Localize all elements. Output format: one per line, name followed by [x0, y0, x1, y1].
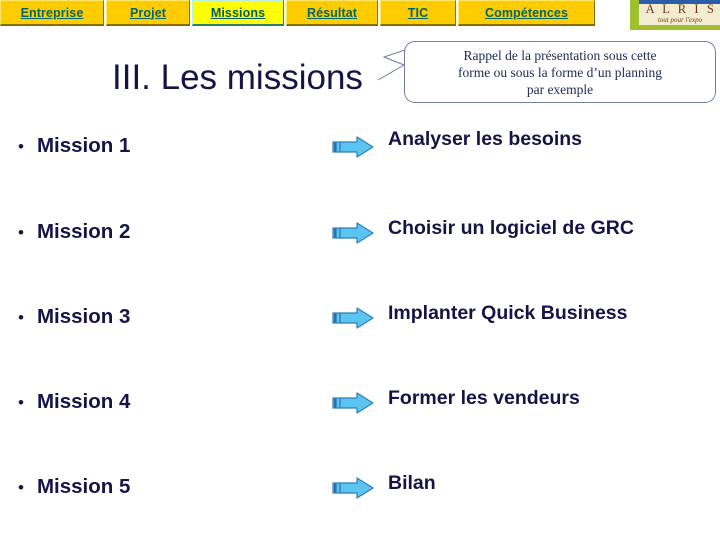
nav-tab-label: TIC: [407, 5, 429, 20]
mission-label: Mission 5: [36, 475, 131, 498]
nav-tab-label: Projet: [129, 5, 167, 20]
mission-action-label: Former les vendeurs: [388, 387, 580, 409]
mission-label: Mission 2: [36, 220, 131, 243]
mission-label: Mission 4: [36, 390, 131, 413]
mission-row: • Mission 4 Former les vendeurs: [0, 379, 720, 464]
logo-green-bottom-bar: [630, 25, 720, 30]
page-title: III. Les missions: [112, 58, 363, 97]
right-arrow-icon: [332, 136, 374, 158]
nav-tab-label: Missions: [210, 5, 266, 20]
callout-tail-icon: [377, 48, 409, 81]
callout-text: Rappel de la présentation sous cette for…: [404, 41, 716, 103]
nav-tab-projet[interactable]: Projet: [106, 0, 190, 26]
mission-label: Mission 1: [36, 134, 131, 157]
nav-tab-competences[interactable]: Compétences: [458, 0, 595, 26]
mission-row: • Mission 3 Implanter Quick Business: [0, 294, 720, 379]
mission-left-item: • Mission 2: [18, 220, 130, 244]
right-arrow-icon: [332, 392, 374, 414]
nav-tab-entreprise[interactable]: Entreprise: [0, 0, 104, 26]
logo-name: A L R I S: [645, 2, 717, 16]
mission-left-item: • Mission 3: [18, 305, 130, 329]
alris-logo: A L R I S tout pour l'expo: [630, 0, 720, 30]
callout-line-2: forme ou sous la forme d’un planning: [458, 64, 662, 80]
nav-tab-label: Compétences: [484, 5, 569, 20]
mission-rows: • Mission 1 Analyser les besoins • Missi…: [0, 124, 720, 549]
logo-tagline: tout pour l'expo: [657, 16, 703, 24]
nav-tab-tic[interactable]: TIC: [380, 0, 456, 26]
bullet-icon: •: [18, 393, 24, 412]
mission-left-item: • Mission 5: [18, 475, 130, 499]
bullet-icon: •: [18, 308, 24, 327]
right-arrow-icon: [332, 307, 374, 329]
right-arrow-icon: [332, 477, 374, 499]
mission-label: Mission 3: [36, 305, 131, 328]
mission-left-item: • Mission 4: [18, 390, 130, 414]
mission-action-label: Analyser les besoins: [388, 128, 583, 150]
callout-balloon: Rappel de la présentation sous cette for…: [377, 41, 716, 103]
mission-action-label: Bilan: [388, 472, 436, 494]
callout-line-1: Rappel de la présentation sous cette: [463, 47, 657, 63]
callout-line-3: par exemple: [526, 81, 594, 97]
mission-row: • Mission 5 Bilan: [0, 464, 720, 549]
mission-left-item: • Mission 1: [18, 134, 130, 158]
mission-action-label: Implanter Quick Business: [388, 302, 628, 324]
mission-row: • Mission 2 Choisir un logiciel de GRC: [0, 209, 720, 294]
bullet-icon: •: [18, 478, 24, 497]
navigation-bar: Entreprise Projet Missions Résultat TIC …: [0, 0, 720, 28]
slide-canvas: Entreprise Projet Missions Résultat TIC …: [0, 0, 720, 540]
right-arrow-icon: [332, 222, 374, 244]
mission-row: • Mission 1 Analyser les besoins: [0, 124, 720, 209]
nav-tab-label: Résultat: [306, 5, 358, 20]
nav-tab-resultat[interactable]: Résultat: [286, 0, 378, 26]
nav-tab-missions[interactable]: Missions: [192, 0, 284, 26]
nav-tab-label: Entreprise: [20, 5, 84, 20]
bullet-icon: •: [18, 137, 24, 156]
bullet-icon: •: [18, 223, 24, 242]
mission-action-label: Choisir un logiciel de GRC: [388, 217, 634, 239]
